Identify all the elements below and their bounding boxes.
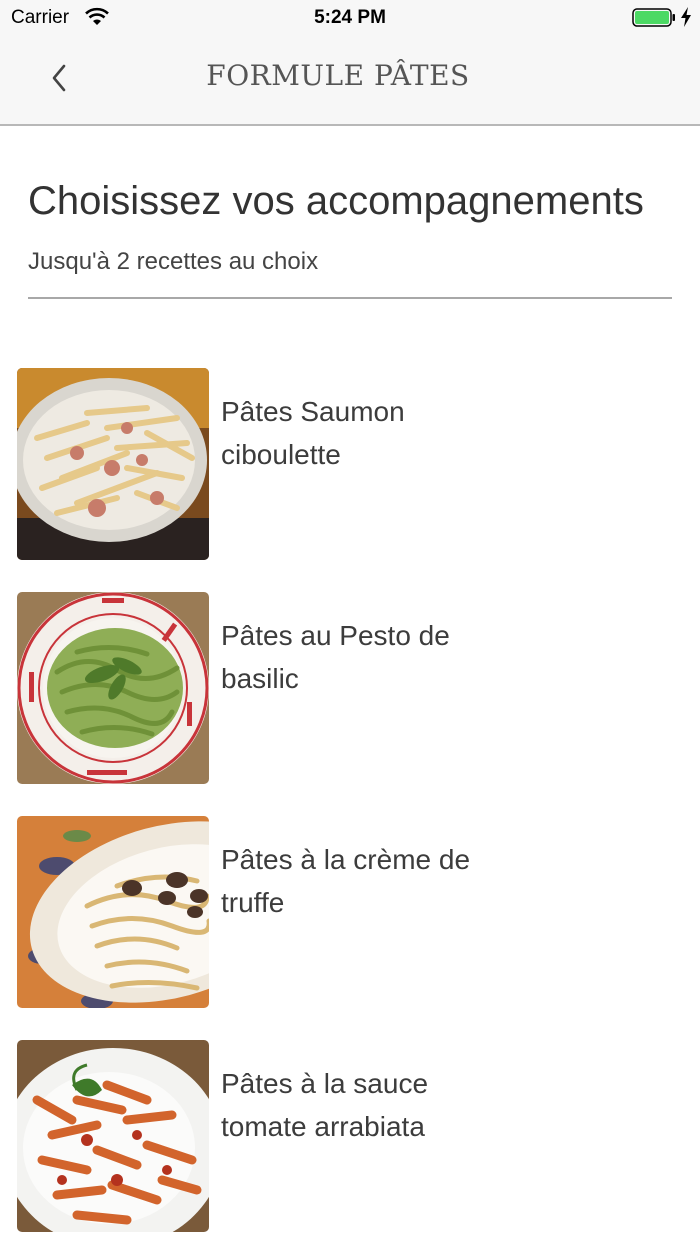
section-title: Choisissez vos accompagnements: [28, 179, 644, 223]
recipe-list: Pâtes Saumon ciboulette Pâtes au Pesto d…: [17, 368, 687, 1244]
page-title: FORMULE PÂTES: [206, 59, 470, 92]
recipe-name: Pâtes Saumon ciboulette: [221, 396, 405, 470]
section-header: Choisissez vos accompagnements Jusqu'à 2…: [28, 175, 672, 299]
recipe-item[interactable]: Pâtes à la crème de truffe: [17, 816, 687, 1040]
section-subtitle: Jusqu'à 2 recettes au choix: [28, 248, 319, 275]
battery-icon: [632, 8, 675, 27]
recipe-name: Pâtes au Pesto de basilic: [221, 620, 450, 694]
recipe-item[interactable]: Pâtes Saumon ciboulette: [17, 368, 687, 592]
recipe-image: [17, 1040, 209, 1232]
charging-icon: [681, 7, 691, 27]
recipe-image: [17, 816, 209, 1008]
recipe-item[interactable]: Pâtes à la sauce tomate arrabiata: [17, 1040, 687, 1244]
clock: 5:24 PM: [314, 7, 386, 28]
status-bar: Carrier 5:24 PM: [0, 0, 700, 40]
recipe-name: Pâtes à la crème de truffe: [221, 844, 471, 918]
recipe-item[interactable]: Pâtes au Pesto de basilic: [17, 592, 687, 816]
recipe-image: [17, 592, 209, 784]
recipe-image: [17, 368, 209, 560]
navigation-bar: FORMULE PÂTES: [0, 40, 700, 126]
recipe-name: Pâtes à la sauce tomate arrabiata: [221, 1068, 429, 1142]
